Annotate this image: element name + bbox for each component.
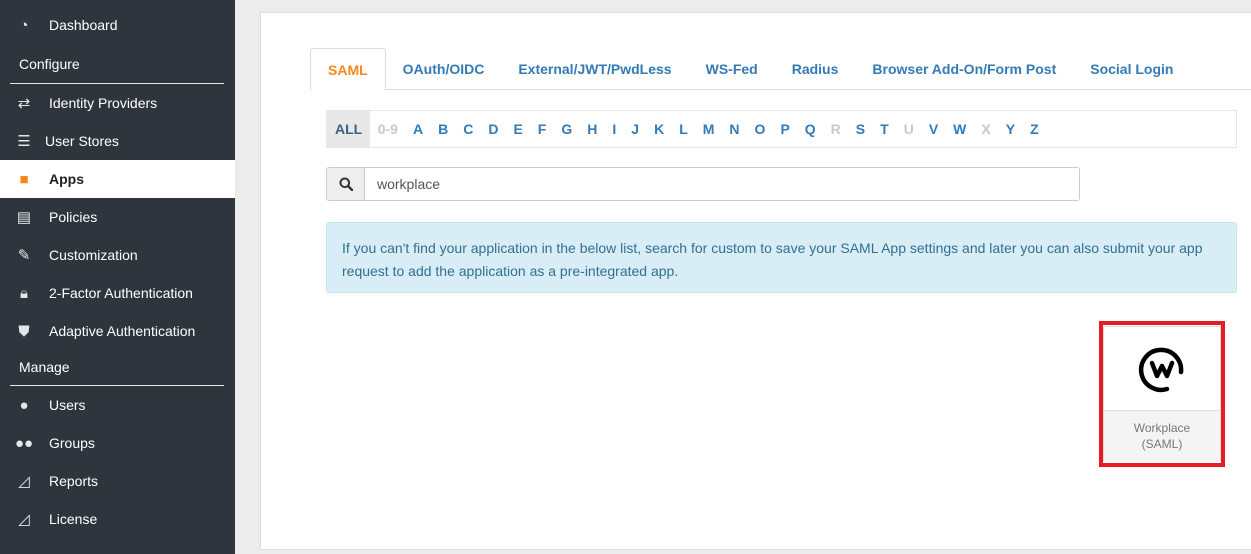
cube-icon: ■	[19, 170, 29, 188]
letter-filter-e[interactable]: E	[506, 111, 530, 147]
tab-social-login[interactable]: Social Login	[1073, 48, 1190, 90]
sidebar-item-adaptive-authentication[interactable]: ⛊ Adaptive Authentication	[0, 312, 235, 350]
tab-oauth-oidc[interactable]: OAuth/OIDC	[386, 48, 502, 90]
letter-filter-c[interactable]: C	[456, 111, 481, 147]
letter-filter-g[interactable]: G	[554, 111, 580, 147]
letter-filter-b[interactable]: B	[431, 111, 456, 147]
letter-filter-w[interactable]: W	[946, 111, 974, 147]
document-icon: ▤	[16, 209, 32, 226]
letter-filter-t[interactable]: T	[873, 111, 897, 147]
section-manage: Manage	[19, 359, 70, 375]
letter-filter-z[interactable]: Z	[1023, 111, 1047, 147]
letter-filter-m[interactable]: M	[695, 111, 722, 147]
sidebar-item-reports[interactable]: ◿ Reports	[0, 462, 235, 500]
sidebar: ◔ Dashboard Configure ⇄ Identity Providers…	[0, 0, 235, 554]
alphabet-filter: ALL 0-9 A B C D E F G H I J K L M N O P Q R S T U V W X Y Z	[326, 110, 1237, 148]
sidebar-item-label: Customization	[49, 247, 138, 263]
dashboard-icon: ◔	[19, 16, 29, 34]
sidebar-item-label: 2-Factor Authentication	[49, 285, 193, 301]
area-chart-icon: ◿	[18, 473, 30, 490]
letter-filter-p[interactable]: P	[773, 111, 797, 147]
user-icon: ●	[19, 396, 29, 414]
sidebar-item-label: Identity Providers	[49, 95, 158, 111]
sidebar-item-identity-providers[interactable]: ⇄ Identity Providers	[0, 84, 235, 122]
workplace-logo-icon	[1104, 327, 1220, 410]
sidebar-item-policies[interactable]: ▤ Policies	[0, 198, 235, 236]
exchange-icon: ⇄	[17, 95, 31, 112]
search-icon	[327, 168, 365, 200]
app-name: Workplace	[1133, 421, 1191, 435]
sidebar-item-customization[interactable]: ✎ Customization	[0, 236, 235, 274]
letter-filter-r: R	[830, 121, 841, 137]
sidebar-item-label: Apps	[49, 171, 84, 187]
letter-filter-a[interactable]: A	[405, 111, 430, 147]
letter-filter-q[interactable]: Q	[797, 111, 823, 147]
sidebar-item-groups[interactable]: ●● Groups	[0, 424, 235, 462]
sidebar-item-label: Groups	[49, 435, 95, 451]
letter-filter-u: U	[903, 121, 914, 137]
sidebar-item-2fa[interactable]: 🔒︎ 2-Factor Authentication	[0, 274, 235, 312]
sidebar-item-label: Adaptive Authentication	[49, 323, 196, 339]
app-card-label: Workplace (SAML)	[1104, 410, 1220, 461]
tab-radius[interactable]: Radius	[775, 48, 856, 90]
letter-filter-h[interactable]: H	[580, 111, 605, 147]
sidebar-item-label: Policies	[49, 209, 98, 225]
sidebar-item-label: Reports	[49, 473, 99, 489]
lock-icon: 🔒︎	[20, 284, 28, 302]
letter-filter-y[interactable]: Y	[998, 111, 1022, 147]
letter-filter-o[interactable]: O	[747, 111, 773, 147]
letter-filter-d[interactable]: D	[481, 111, 506, 147]
letter-filter-s[interactable]: S	[848, 111, 872, 147]
section-configure: Configure	[19, 56, 80, 72]
sidebar-item-label: Users	[49, 397, 86, 413]
letter-filter-v[interactable]: V	[921, 111, 945, 147]
sidebar-item-dashboard[interactable]: ◔ Dashboard	[0, 6, 235, 44]
tab-external-jwt[interactable]: External/JWT/PwdLess	[501, 48, 688, 90]
area-chart-icon: ◿	[18, 511, 30, 528]
letter-filter-i[interactable]: I	[605, 111, 624, 147]
sidebar-item-apps[interactable]: ■ Apps	[0, 160, 235, 198]
app-card-workplace[interactable]: Workplace (SAML)	[1103, 326, 1221, 461]
app-type: (SAML)	[1141, 437, 1183, 451]
wrench-icon: ✎	[17, 247, 31, 264]
sidebar-item-label: License	[49, 511, 98, 527]
users-icon: ●●	[14, 434, 34, 452]
letter-filter-l[interactable]: L	[672, 111, 696, 147]
database-icon: ☰	[17, 133, 31, 150]
letter-filter-f[interactable]: F	[530, 111, 554, 147]
letter-filter-all[interactable]: ALL	[327, 111, 371, 147]
letter-filter-j[interactable]: J	[624, 111, 647, 147]
tab-browser-addon[interactable]: Browser Add-On/Form Post	[855, 48, 1073, 90]
sidebar-item-user-stores[interactable]: ☰ User Stores	[0, 122, 235, 160]
sidebar-item-label: User Stores	[45, 133, 119, 149]
letter-filter-k[interactable]: K	[647, 111, 672, 147]
shield-icon: ⛊	[18, 322, 30, 340]
tab-saml[interactable]: SAML	[310, 48, 386, 91]
sidebar-item-label: Dashboard	[49, 17, 118, 33]
sidebar-item-license[interactable]: ◿ License	[0, 500, 235, 538]
letter-filter-0-9: 0-9	[377, 121, 398, 137]
letter-filter-x: X	[981, 121, 991, 137]
tab-ws-fed[interactable]: WS-Fed	[689, 48, 775, 90]
protocol-tabs: SAML OAuth/OIDC External/JWT/PwdLess WS-…	[310, 48, 1251, 91]
search-box	[326, 167, 1080, 201]
sidebar-item-users[interactable]: ● Users	[0, 386, 235, 424]
info-alert: If you can't find your application in th…	[326, 222, 1237, 293]
letter-filter-n[interactable]: N	[722, 111, 747, 147]
search-input[interactable]	[365, 168, 1079, 200]
